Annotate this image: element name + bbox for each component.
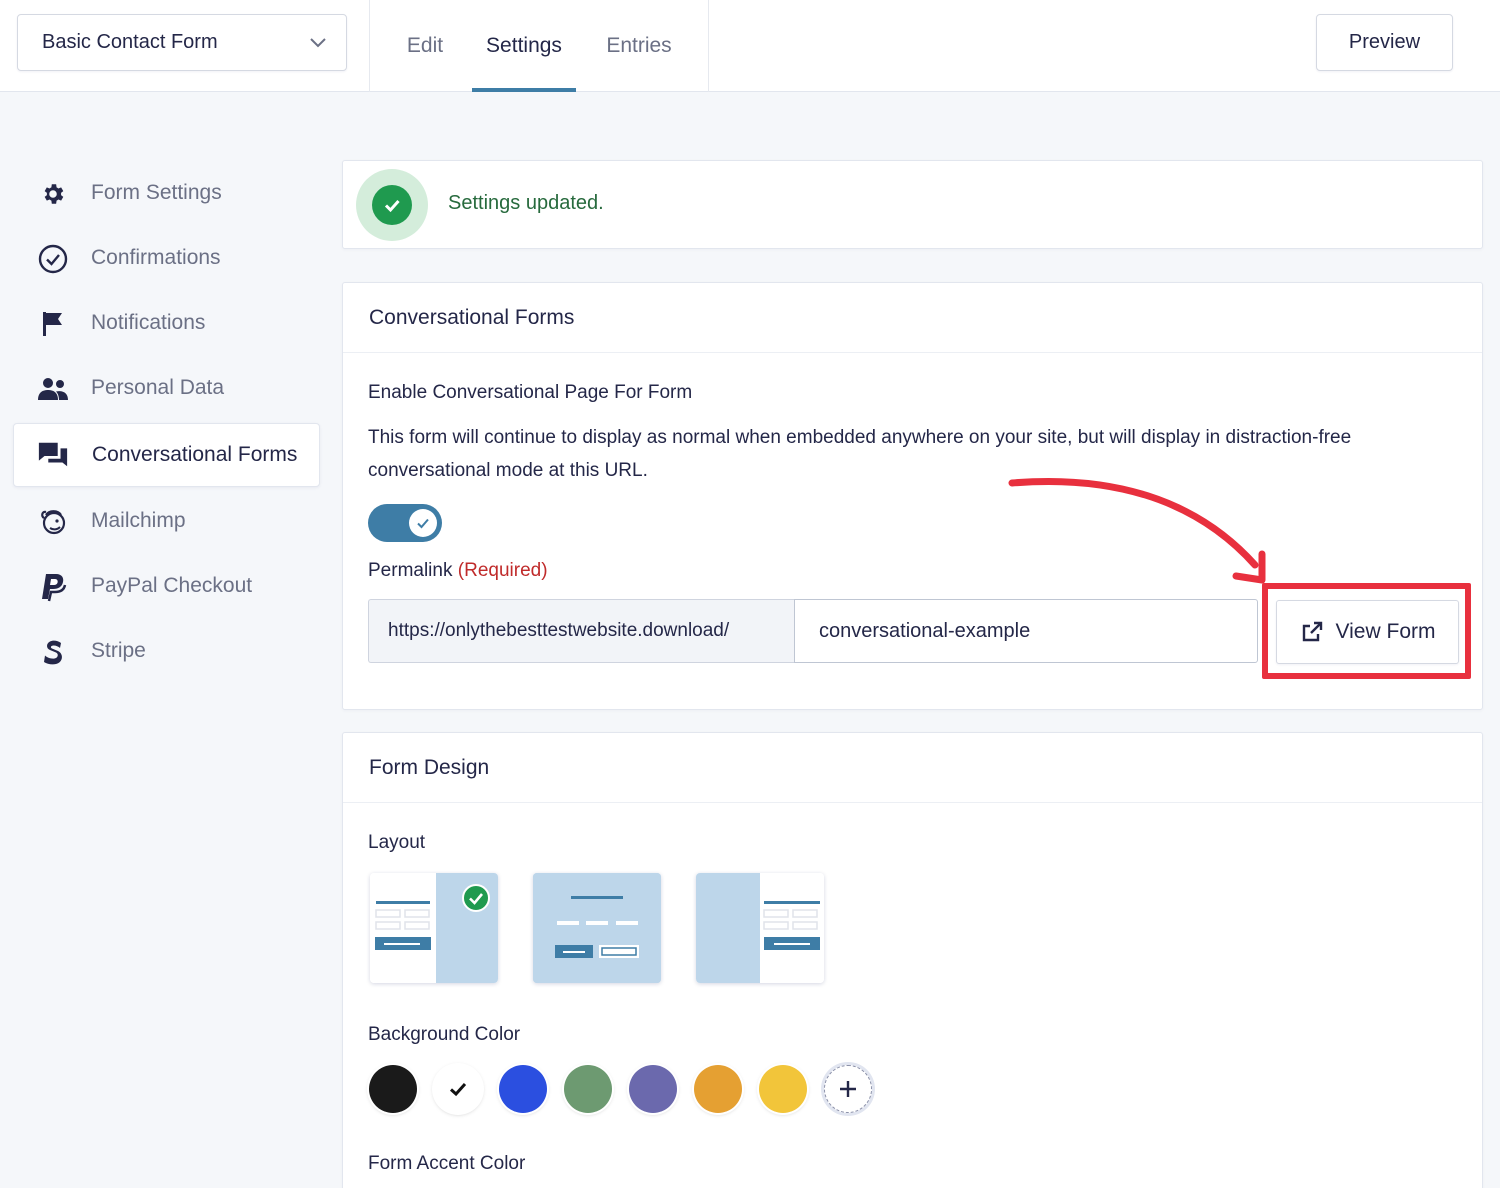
- permalink-label: Permalink (Required): [368, 560, 548, 582]
- external-link-icon: [1302, 621, 1322, 642]
- sidebar-item-paypal-checkout[interactable]: PayPal Checkout: [13, 554, 320, 618]
- sidebar-item-label: Personal Data: [91, 376, 225, 399]
- tab-settings-label: Settings: [486, 34, 562, 57]
- notice-message: Settings updated.: [448, 192, 604, 214]
- sidebar-item-label: Notifications: [91, 311, 206, 334]
- background-color-label: Background Color: [368, 1024, 521, 1045]
- stripe-icon: [37, 637, 69, 667]
- required-label: (Required): [457, 560, 548, 581]
- layout-label: Layout: [368, 832, 426, 853]
- sidebar-item-label: Mailchimp: [91, 509, 186, 532]
- layout-option-left-form[interactable]: [370, 873, 498, 983]
- enable-conversational-toggle[interactable]: [368, 504, 442, 542]
- enable-label: Enable Conversational Page For Form: [368, 382, 693, 403]
- tab-edit[interactable]: Edit: [392, 0, 458, 92]
- check-icon: [417, 518, 429, 529]
- sidebar-item-label: PayPal Checkout: [91, 574, 253, 597]
- tab-entries-label: Entries: [606, 34, 672, 57]
- color-swatch[interactable]: [629, 1065, 677, 1113]
- check-icon: [449, 1082, 467, 1097]
- accent-color-label: Form Accent Color: [368, 1153, 526, 1174]
- form-design-panel: Form Design Layout Background Color Form…: [342, 732, 1483, 1188]
- layout-right-form-thumbnail: [696, 873, 824, 983]
- toggle-knob: [409, 509, 437, 537]
- tab-entries[interactable]: Entries: [592, 0, 686, 92]
- form-selector-dropdown[interactable]: Basic Contact Form: [17, 14, 347, 71]
- view-form-button[interactable]: View Form: [1276, 600, 1459, 664]
- sidebar-item-mailchimp[interactable]: Mailchimp: [13, 489, 320, 553]
- add-color-button[interactable]: [824, 1065, 872, 1113]
- preview-label: Preview: [1348, 31, 1421, 53]
- permalink-slug-input[interactable]: [794, 599, 1258, 663]
- gear-icon: [37, 179, 69, 209]
- mailchimp-icon: [37, 507, 69, 537]
- paypal-icon: [37, 572, 69, 602]
- plus-icon: [840, 1081, 856, 1097]
- color-swatch[interactable]: [434, 1065, 482, 1113]
- color-swatch[interactable]: [369, 1065, 417, 1113]
- divider: [369, 0, 370, 92]
- layout-option-centered-form[interactable]: [533, 873, 661, 983]
- sidebar-item-notifications[interactable]: Notifications: [13, 291, 320, 355]
- top-bar: Basic Contact Form Edit Settings Entries…: [0, 0, 1500, 92]
- people-icon: [37, 374, 69, 404]
- success-badge: [356, 169, 428, 241]
- sidebar-item-conversational-forms[interactable]: Conversational Forms: [13, 423, 320, 487]
- preview-button[interactable]: Preview: [1316, 14, 1453, 71]
- sidebar-item-personal-data[interactable]: Personal Data: [13, 356, 320, 420]
- panel-title: Conversational Forms: [343, 283, 1482, 353]
- color-swatch[interactable]: [499, 1065, 547, 1113]
- color-swatch[interactable]: [564, 1065, 612, 1113]
- color-swatch[interactable]: [694, 1065, 742, 1113]
- permalink-label-text: Permalink: [368, 560, 453, 581]
- check-circle-icon: [372, 185, 412, 225]
- tab-edit-label: Edit: [406, 34, 444, 57]
- permalink-prefix: https://onlythebesttestwebsite.download/: [368, 599, 795, 663]
- color-swatch[interactable]: [759, 1065, 807, 1113]
- divider: [708, 0, 709, 92]
- sidebar-item-stripe[interactable]: Stripe: [13, 619, 320, 683]
- panel-title: Form Design: [343, 733, 1482, 803]
- sidebar-item-form-settings[interactable]: Form Settings: [13, 161, 320, 225]
- sidebar-item-label: Form Settings: [91, 181, 222, 204]
- chat-bubbles-icon: [37, 440, 69, 470]
- conversational-forms-panel: Conversational Forms Enable Conversation…: [342, 282, 1483, 710]
- tab-settings[interactable]: Settings: [472, 0, 576, 92]
- description-text: This form will continue to display as no…: [368, 427, 1352, 481]
- chevron-down-icon: [310, 38, 326, 48]
- form-selector-value: Basic Contact Form: [42, 31, 218, 53]
- layout-option-right-form[interactable]: [696, 873, 824, 983]
- layout-left-form-thumbnail: [370, 873, 498, 983]
- sidebar-item-label: Stripe: [91, 639, 146, 662]
- sidebar-item-confirmations[interactable]: Confirmations: [13, 226, 320, 290]
- sidebar-item-label: Confirmations: [91, 246, 221, 269]
- settings-updated-notice: Settings updated.: [342, 160, 1483, 249]
- flag-icon: [37, 309, 69, 339]
- check-circle-icon: [37, 244, 69, 274]
- sidebar-item-label: Conversational Forms: [92, 443, 298, 466]
- view-form-label: View Form: [1335, 620, 1436, 643]
- layout-centered-form-thumbnail: [533, 873, 661, 983]
